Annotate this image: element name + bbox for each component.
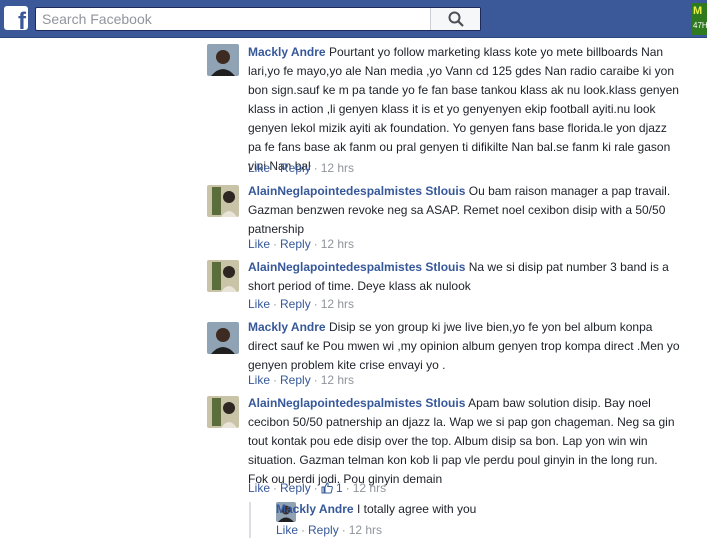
like-link[interactable]: Like — [248, 373, 270, 387]
reply-text: I totally agree with you — [356, 502, 477, 516]
reply-link[interactable]: Reply — [280, 373, 311, 387]
like-link[interactable]: Like — [248, 161, 270, 175]
reply-link[interactable]: Reply — [280, 297, 311, 311]
reply-link[interactable]: Reply — [280, 481, 311, 495]
like-link[interactable]: Like — [248, 237, 270, 251]
comment-actions: Like · Reply · 12 hrs — [248, 297, 355, 311]
search-icon — [448, 11, 464, 27]
reply-thread-line — [249, 502, 251, 538]
avatar[interactable] — [207, 322, 239, 354]
comment-author-link[interactable]: Mackly Andre — [248, 320, 326, 334]
thumbs-up-icon — [321, 482, 333, 494]
comment-author-link[interactable]: AlainNeglapointedespalmistes Stlouis — [248, 396, 465, 410]
reactions-count[interactable]: 1 — [321, 481, 343, 495]
comment-author-link[interactable]: Mackly Andre — [248, 45, 326, 59]
comment-timestamp[interactable]: 12 hrs — [321, 297, 354, 311]
comment-timestamp[interactable]: 12 hrs — [321, 161, 354, 175]
avatar[interactable] — [207, 260, 239, 292]
like-link[interactable]: Like — [248, 297, 270, 311]
comment-actions: Like · Reply · 12 hrs — [248, 237, 355, 251]
comment-actions: Like · Reply · 12 hrs — [248, 161, 355, 175]
search-button[interactable] — [430, 8, 480, 30]
reply-link[interactable]: Reply — [280, 161, 311, 175]
like-link[interactable]: Like — [248, 481, 270, 495]
reply-author-link[interactable]: Mackly Andre — [276, 502, 354, 516]
avatar[interactable] — [207, 44, 239, 76]
comment-actions: Like · Reply · 12 hrs — [248, 373, 355, 387]
reactions-number: 1 — [336, 481, 343, 495]
reply-actions: Like · Reply · 12 hrs — [276, 523, 383, 537]
top-bar: f M 47H — [0, 0, 707, 38]
corner-thumbnail[interactable]: M 47H — [692, 3, 707, 35]
comment-author-link[interactable]: AlainNeglapointedespalmistes Stlouis — [248, 184, 465, 198]
reply-timestamp[interactable]: 12 hrs — [349, 523, 382, 537]
search-box — [35, 7, 481, 31]
facebook-logo-icon[interactable]: f — [4, 6, 28, 30]
reply-link[interactable]: Reply — [280, 237, 311, 251]
corner-thumbnail-top: M — [693, 5, 703, 17]
avatar[interactable] — [207, 396, 239, 428]
comment-author-link[interactable]: AlainNeglapointedespalmistes Stlouis — [248, 260, 465, 274]
reply-link[interactable]: Reply — [308, 523, 339, 537]
comment-text: Pourtant yo follow marketing klass kote … — [248, 45, 679, 173]
avatar[interactable] — [207, 185, 239, 217]
corner-thumbnail-bottom: 47H — [693, 21, 707, 30]
like-link[interactable]: Like — [276, 523, 298, 537]
facebook-logo-letter: f — [18, 8, 26, 31]
comment-timestamp[interactable]: 12 hrs — [321, 237, 354, 251]
comment-actions: Like · Reply · 1 · 12 hrs — [248, 481, 387, 495]
comment-timestamp[interactable]: 12 hrs — [353, 481, 386, 495]
search-input[interactable] — [36, 8, 436, 30]
comment-timestamp[interactable]: 12 hrs — [321, 373, 354, 387]
